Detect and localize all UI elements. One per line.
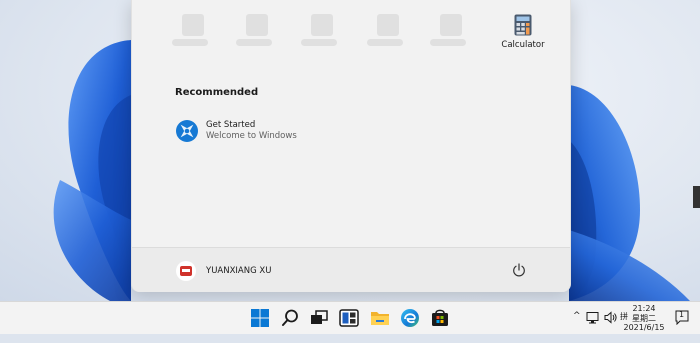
store-icon[interactable] <box>429 307 451 329</box>
recommended-item-get-started[interactable]: Get Started Welcome to Windows <box>172 116 332 146</box>
notification-count: 1 <box>679 310 685 319</box>
start-menu-footer: YUANXIANG XU <box>132 247 570 292</box>
recommended-item-subtitle: Welcome to Windows <box>206 131 297 141</box>
pinned-app-placeholder[interactable] <box>367 13 407 53</box>
pinned-app-placeholder[interactable] <box>430 13 470 53</box>
pinned-app-placeholder[interactable] <box>301 13 341 53</box>
calculator-label: Calculator <box>501 40 545 50</box>
app-label-placeholder <box>236 39 272 46</box>
file-explorer-icon[interactable] <box>369 307 391 329</box>
app-icon-placeholder <box>440 14 462 36</box>
app-icon-placeholder <box>246 14 268 36</box>
pinned-app-calculator[interactable]: Calculator <box>493 12 553 58</box>
app-label-placeholder <box>430 39 466 46</box>
start-icon[interactable] <box>249 307 271 329</box>
pinned-app-placeholder[interactable] <box>236 13 276 53</box>
app-label-placeholder <box>367 39 403 46</box>
app-label-placeholder <box>301 39 337 46</box>
app-label-placeholder <box>172 39 208 46</box>
clock-time[interactable]: 21:24 <box>632 304 656 313</box>
app-icon-placeholder <box>377 14 399 36</box>
get-started-icon <box>176 120 198 142</box>
network-icon[interactable] <box>586 311 599 324</box>
scroll-handle[interactable] <box>693 186 700 208</box>
recommended-heading: Recommended <box>175 87 259 98</box>
volume-icon[interactable] <box>604 311 617 324</box>
avatar <box>176 261 196 281</box>
notification-center-button[interactable]: 1 <box>675 310 689 326</box>
widgets-icon[interactable] <box>338 307 360 329</box>
pinned-app-placeholder[interactable] <box>172 13 212 53</box>
edge-icon[interactable] <box>399 307 421 329</box>
task-view-icon[interactable] <box>308 307 330 329</box>
clock-date[interactable]: 2021/6/15 <box>620 323 668 332</box>
recommended-item-name: Get Started <box>206 120 256 130</box>
search-icon[interactable] <box>279 307 301 329</box>
app-icon-placeholder <box>311 14 333 36</box>
taskbar: ^ 拼 21:24 星期二 2021/6/15 1 <box>0 301 700 334</box>
calculator-icon <box>514 14 532 36</box>
user-name: YUANXIANG XU <box>206 266 272 276</box>
show-hidden-icons-chevron-icon[interactable]: ^ <box>573 311 581 343</box>
power-icon[interactable] <box>511 262 527 278</box>
app-icon-placeholder <box>182 14 204 36</box>
start-menu: Calculator Recommended Get Started Welco… <box>131 0 571 292</box>
